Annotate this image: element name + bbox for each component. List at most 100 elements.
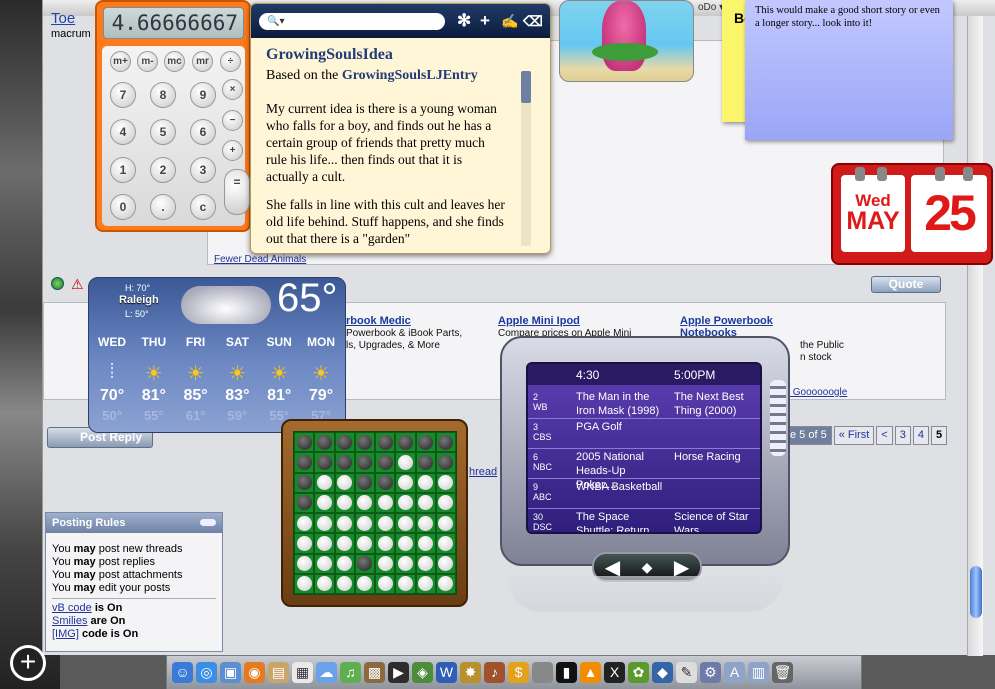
board-cell[interactable]	[415, 472, 436, 493]
memory-plus-button[interactable]: m+	[110, 51, 131, 72]
finder-icon[interactable]: ☺	[172, 662, 193, 683]
diamond-icon[interactable]: ◆	[642, 559, 653, 576]
multiply-button[interactable]: ×	[222, 79, 243, 100]
scroll-thumb[interactable]	[970, 566, 982, 618]
smilies-link[interactable]: Smilies	[52, 615, 87, 627]
board-cell[interactable]	[294, 452, 315, 473]
board-cell[interactable]	[435, 533, 456, 554]
board-cell[interactable]	[314, 553, 335, 574]
first-page-link[interactable]: « First	[833, 426, 875, 445]
board-cell[interactable]	[375, 432, 396, 453]
note-link[interactable]: GrowingSoulsLJEntry	[342, 68, 478, 83]
board-cell[interactable]	[334, 432, 355, 453]
add-note-icon[interactable]: +	[480, 11, 490, 31]
calendar-widget[interactable]: Wed MAY 25	[831, 163, 993, 265]
prev-page-link[interactable]: <	[876, 426, 893, 445]
vlc-icon[interactable]: ▲	[580, 662, 601, 683]
board-cell[interactable]	[314, 513, 335, 534]
digit-button[interactable]: 6	[190, 119, 216, 145]
board-cell[interactable]	[435, 432, 456, 453]
tv-show[interactable]: Science of Star Wars	[674, 510, 760, 532]
divide-button[interactable]: ÷	[220, 51, 241, 72]
weather-widget[interactable]: H: 70° Raleigh L: 50° 65° WED 70° 50° ⁞ THU 8…	[88, 277, 346, 433]
tv-show[interactable]: PGA Golf	[576, 420, 668, 434]
web-icon[interactable]: ◆	[652, 662, 673, 683]
idvd-icon[interactable]: ◈	[412, 662, 433, 683]
tv-show[interactable]: The Next Best Thing (2000)	[674, 390, 760, 418]
board-cell[interactable]	[375, 553, 396, 574]
thread-link[interactable]: hread	[469, 466, 497, 478]
edit-icon[interactable]: ✍	[501, 13, 518, 30]
bookmark-item[interactable]: oDo ▾	[698, 2, 724, 13]
board-cell[interactable]	[294, 492, 315, 513]
applications-icon[interactable]: A	[724, 662, 745, 683]
page-link[interactable]: 4	[912, 426, 929, 445]
board-cell[interactable]	[294, 472, 315, 493]
notes-scrollbar[interactable]	[521, 71, 531, 246]
board-cell[interactable]	[435, 573, 456, 594]
sticky-note-blue[interactable]: This would make a good short story or ev…	[745, 0, 953, 140]
notes-search-input[interactable]: 🔍▾	[259, 13, 445, 30]
board-cell[interactable]	[435, 553, 456, 574]
memory-recall-button[interactable]: mr	[192, 51, 213, 72]
ichat-icon[interactable]: ☁	[316, 662, 337, 683]
board-cell[interactable]	[375, 452, 396, 473]
guitar-icon[interactable]: ♪	[484, 662, 505, 683]
board-cell[interactable]	[375, 573, 396, 594]
ads-by-google-link[interactable]: y Goooooogle	[785, 387, 847, 398]
settings-icon[interactable]: ✻	[457, 11, 471, 31]
board-cell[interactable]	[294, 533, 315, 554]
digit-button[interactable]: 2	[150, 157, 176, 183]
safari-icon[interactable]: ◎	[196, 662, 217, 683]
board-cell[interactable]	[294, 432, 315, 453]
board-cell[interactable]	[395, 533, 416, 554]
digit-button[interactable]: 7	[110, 82, 136, 108]
digit-button[interactable]: 8	[150, 82, 176, 108]
board-cell[interactable]	[435, 492, 456, 513]
memory-clear-button[interactable]: mc	[164, 51, 185, 72]
tv-channel-knob[interactable]	[770, 380, 786, 456]
digit-button[interactable]: 4	[110, 119, 136, 145]
clear-button[interactable]: c	[190, 194, 216, 220]
board-cell[interactable]	[415, 492, 436, 513]
terminal-icon[interactable]: ▮	[556, 662, 577, 683]
board-cell[interactable]	[375, 533, 396, 554]
warning-icon[interactable]: ⚠	[71, 276, 84, 293]
address-book-icon[interactable]: ▤	[268, 662, 289, 683]
collapse-toggle[interactable]	[200, 519, 216, 526]
board-cell[interactable]	[375, 472, 396, 493]
documents-icon[interactable]: ▥	[748, 662, 769, 683]
tv-show[interactable]: The Man in the Iron Mask (1998)	[576, 390, 668, 418]
ical-icon[interactable]: ▦	[292, 662, 313, 683]
board-cell[interactable]	[395, 452, 416, 473]
othello-board[interactable]	[293, 431, 457, 595]
board-cell[interactable]	[435, 472, 456, 493]
preview-icon[interactable]: ▣	[220, 662, 241, 683]
apple-icon[interactable]	[532, 662, 553, 683]
board-cell[interactable]	[395, 573, 416, 594]
board-cell[interactable]	[415, 573, 436, 594]
board-cell[interactable]	[415, 432, 436, 453]
quote-button[interactable]: Quote	[871, 276, 941, 293]
garageband-icon[interactable]: ✸	[460, 662, 481, 683]
x11-icon[interactable]: X	[604, 662, 625, 683]
delete-icon[interactable]: ⌫	[523, 13, 543, 30]
board-cell[interactable]	[415, 513, 436, 534]
board-cell[interactable]	[375, 492, 396, 513]
script-icon[interactable]: ✎	[676, 662, 697, 683]
board-cell[interactable]	[354, 492, 375, 513]
add-widget-button[interactable]: +	[10, 645, 46, 681]
imovie-icon[interactable]: ▶	[388, 662, 409, 683]
tv-show[interactable]: The Space Shuttle: Return to....	[576, 510, 668, 532]
board-cell[interactable]	[415, 452, 436, 473]
board-cell[interactable]	[354, 533, 375, 554]
board-cell[interactable]	[435, 452, 456, 473]
board-cell[interactable]	[334, 452, 355, 473]
board-cell[interactable]	[334, 472, 355, 493]
board-cell[interactable]	[314, 492, 335, 513]
board-cell[interactable]	[334, 533, 355, 554]
board-cell[interactable]	[294, 553, 315, 574]
word-icon[interactable]: W	[436, 662, 457, 683]
board-cell[interactable]	[354, 432, 375, 453]
board-cell[interactable]	[354, 513, 375, 534]
